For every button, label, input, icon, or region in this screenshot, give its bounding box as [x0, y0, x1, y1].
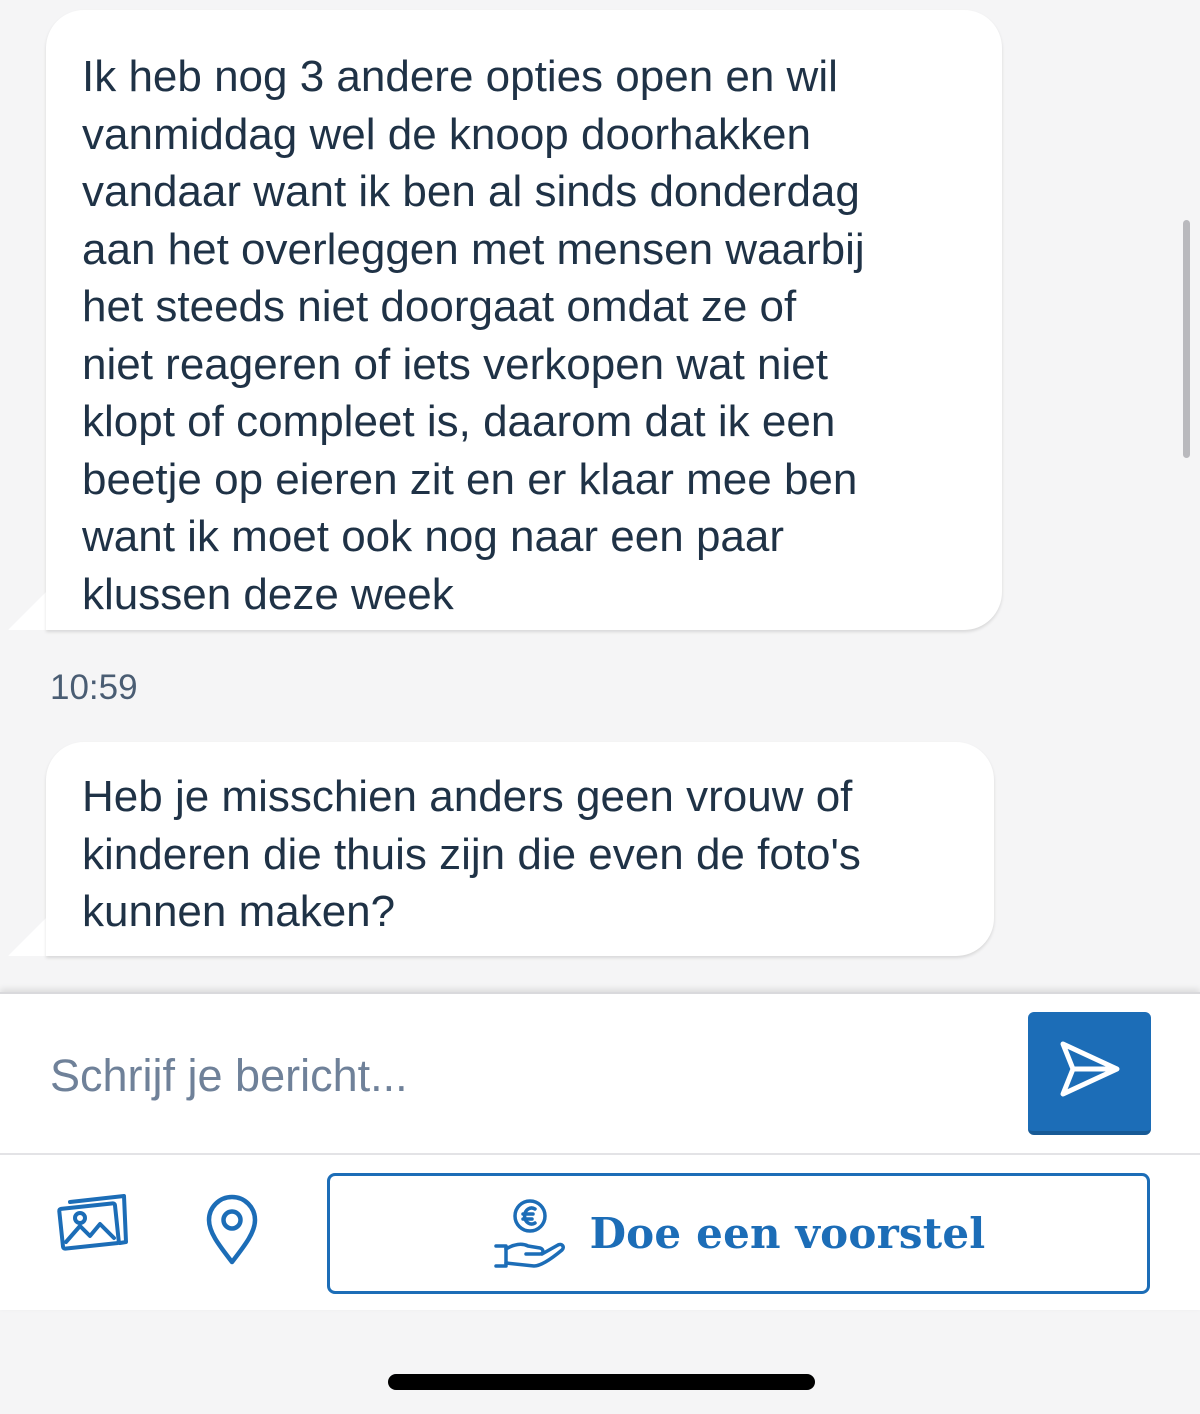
- composer-toolbar-divider: [0, 1153, 1200, 1155]
- photo-gallery-icon: [56, 1192, 130, 1267]
- add-photo-button[interactable]: [56, 1192, 130, 1267]
- make-offer-label: Doe een voorstel: [589, 1209, 986, 1258]
- received-message-bubble: Ik heb nog 3 andere opties open en wil v…: [46, 10, 1002, 630]
- send-icon: [1057, 1038, 1123, 1105]
- composer-divider: [0, 992, 1200, 994]
- message-timestamp: 10:59: [50, 668, 138, 707]
- make-offer-button[interactable]: Doe een voorstel: [327, 1173, 1150, 1294]
- received-message-bubble: Heb je misschien anders geen vrouw of ki…: [46, 742, 994, 956]
- message-input[interactable]: [50, 1036, 990, 1116]
- hand-euro-coin-icon: [492, 1196, 570, 1272]
- share-location-button[interactable]: [200, 1192, 264, 1272]
- location-pin-icon: [204, 1194, 260, 1271]
- home-indicator[interactable]: [388, 1374, 815, 1390]
- message-composer: Doe een voorstel: [0, 992, 1200, 1310]
- chat-scrollbar[interactable]: [1183, 220, 1190, 458]
- send-button[interactable]: [1028, 1012, 1151, 1135]
